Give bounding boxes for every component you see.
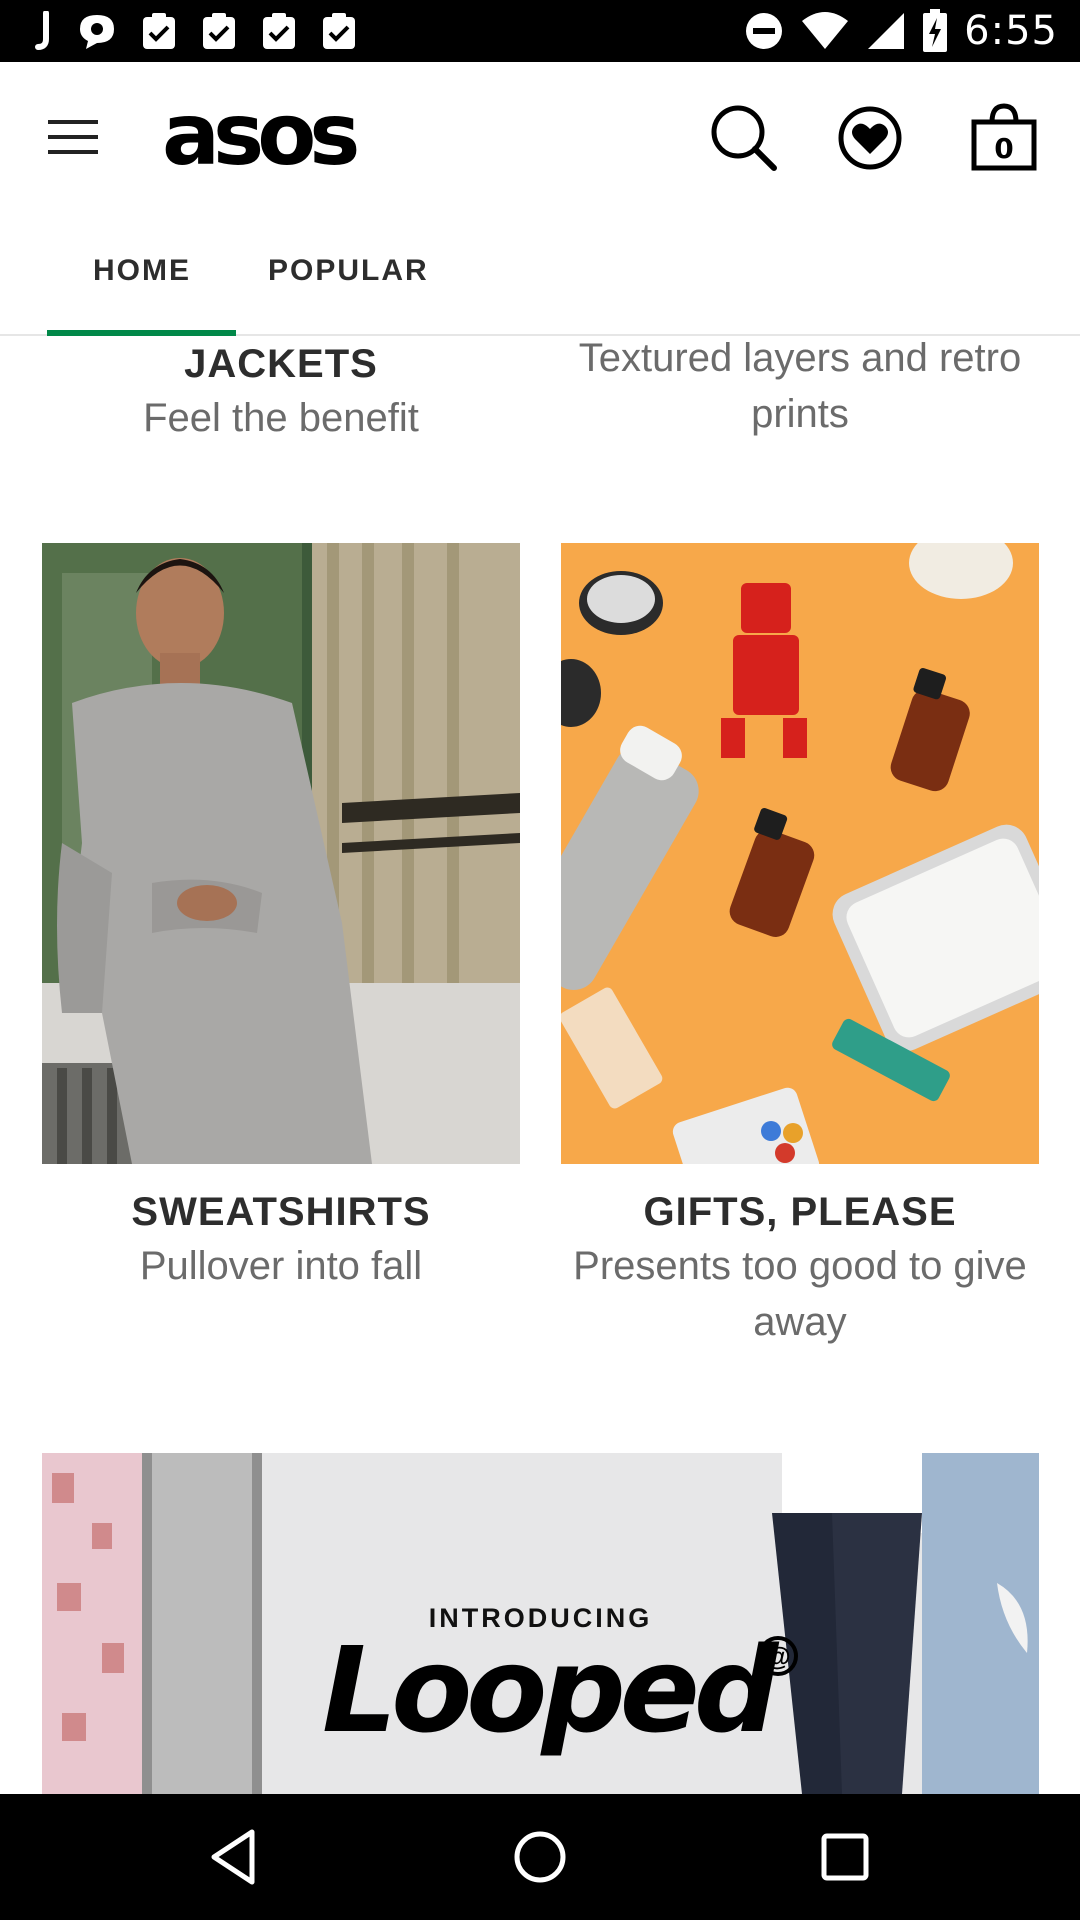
do-not-disturb-icon <box>744 11 784 51</box>
j-app-icon <box>34 11 54 51</box>
jackets-caption[interactable]: JACKETS Feel the benefit <box>42 338 520 446</box>
retro-subtitle-line2: prints <box>751 392 849 436</box>
back-icon <box>200 1829 270 1894</box>
tab-home[interactable]: HOME <box>93 254 191 288</box>
bag-count: 0 <box>994 132 1014 165</box>
sweatshirts-image[interactable] <box>42 543 520 1164</box>
clipboard-check-icon <box>260 11 298 51</box>
status-bar: 6:55 <box>0 0 1080 62</box>
search-icon <box>704 105 784 182</box>
heart-icon <box>830 106 910 182</box>
menu-button[interactable] <box>38 112 108 162</box>
looped-logo: Looped <box>322 1621 778 1759</box>
clipboard-check-icon <box>200 11 238 51</box>
system-nav-bar <box>0 1794 1080 1920</box>
chat-icon <box>76 11 118 51</box>
retro-caption[interactable]: Textured layers and retro prints <box>561 336 1039 442</box>
wifi-icon <box>800 11 850 51</box>
active-tab-indicator <box>47 330 236 336</box>
battery-charging-icon <box>922 9 948 53</box>
home-button[interactable] <box>505 1824 575 1890</box>
bag-icon <box>964 103 1044 182</box>
back-button[interactable] <box>200 1824 270 1890</box>
status-time: 6:55 <box>964 8 1058 54</box>
looped-at-mark: @ <box>758 1636 798 1676</box>
gifts-caption[interactable]: GIFTS, PLEASE Presents too good to give … <box>561 1186 1039 1350</box>
looped-banner[interactable]: INTRODUCING Looped @ <box>42 1453 1039 1794</box>
home-icon <box>505 1831 575 1894</box>
tab-bar: HOME POPULAR <box>0 210 1080 336</box>
gifts-image[interactable] <box>561 543 1039 1164</box>
recents-icon <box>810 1833 880 1894</box>
signal-icon <box>866 11 906 51</box>
app-header: asos 0 <box>0 62 1080 210</box>
sweatshirts-caption[interactable]: SWEATSHIRTS Pullover into fall <box>42 1186 520 1294</box>
tab-popular[interactable]: POPULAR <box>268 254 429 288</box>
sweatshirts-title: SWEATSHIRTS <box>131 1190 431 1234</box>
jackets-subtitle: Feel the benefit <box>143 396 419 440</box>
recents-button[interactable] <box>810 1824 880 1890</box>
bag-button[interactable]: 0 <box>964 98 1044 178</box>
gifts-title: GIFTS, PLEASE <box>643 1190 957 1234</box>
notification-icons <box>34 10 358 52</box>
gifts-subtitle-line1: Presents too good to give <box>573 1244 1027 1288</box>
saved-items-button[interactable] <box>830 98 910 178</box>
home-feed[interactable]: JACKETS Feel the benefit Textured layers… <box>0 336 1080 1794</box>
asos-logo[interactable]: asos <box>162 92 360 178</box>
retro-subtitle-line1: Textured layers and retro <box>578 336 1022 380</box>
sweatshirts-subtitle: Pullover into fall <box>139 1244 423 1288</box>
gifts-subtitle-line2: away <box>753 1300 847 1344</box>
menu-icon <box>38 120 108 166</box>
clipboard-check-icon <box>320 11 358 51</box>
jackets-title: JACKETS <box>184 342 378 386</box>
clipboard-check-icon <box>140 11 178 51</box>
search-button[interactable] <box>704 98 784 178</box>
system-icons: 6:55 <box>744 8 1058 54</box>
